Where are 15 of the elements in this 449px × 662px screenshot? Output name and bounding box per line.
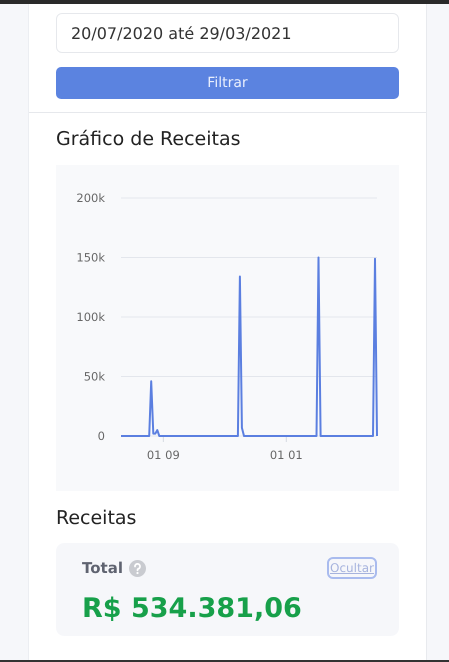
total-label: Total [82,559,123,577]
hide-link[interactable]: Ocultar [327,557,377,579]
total-amount: R$ 534.381,06 [82,593,303,624]
x-axis-label: 01 09 [146,448,180,462]
y-axis-label: 100k [76,310,105,324]
y-axis-label: 50k [84,370,105,384]
section-title: Receitas [56,507,138,529]
y-axis-label: 0 [98,429,105,443]
filter-button[interactable]: Filtrar [56,67,399,99]
help-icon[interactable] [128,560,146,576]
y-axis-label: 150k [76,250,105,264]
x-axis-label: 01 01 [270,448,303,462]
date-range-field[interactable]: 20/07/2020 até 29/03/2021 [56,13,399,53]
section-title: Gráfico de Receitas [56,128,242,150]
y-axis-label: 200k [76,191,105,205]
